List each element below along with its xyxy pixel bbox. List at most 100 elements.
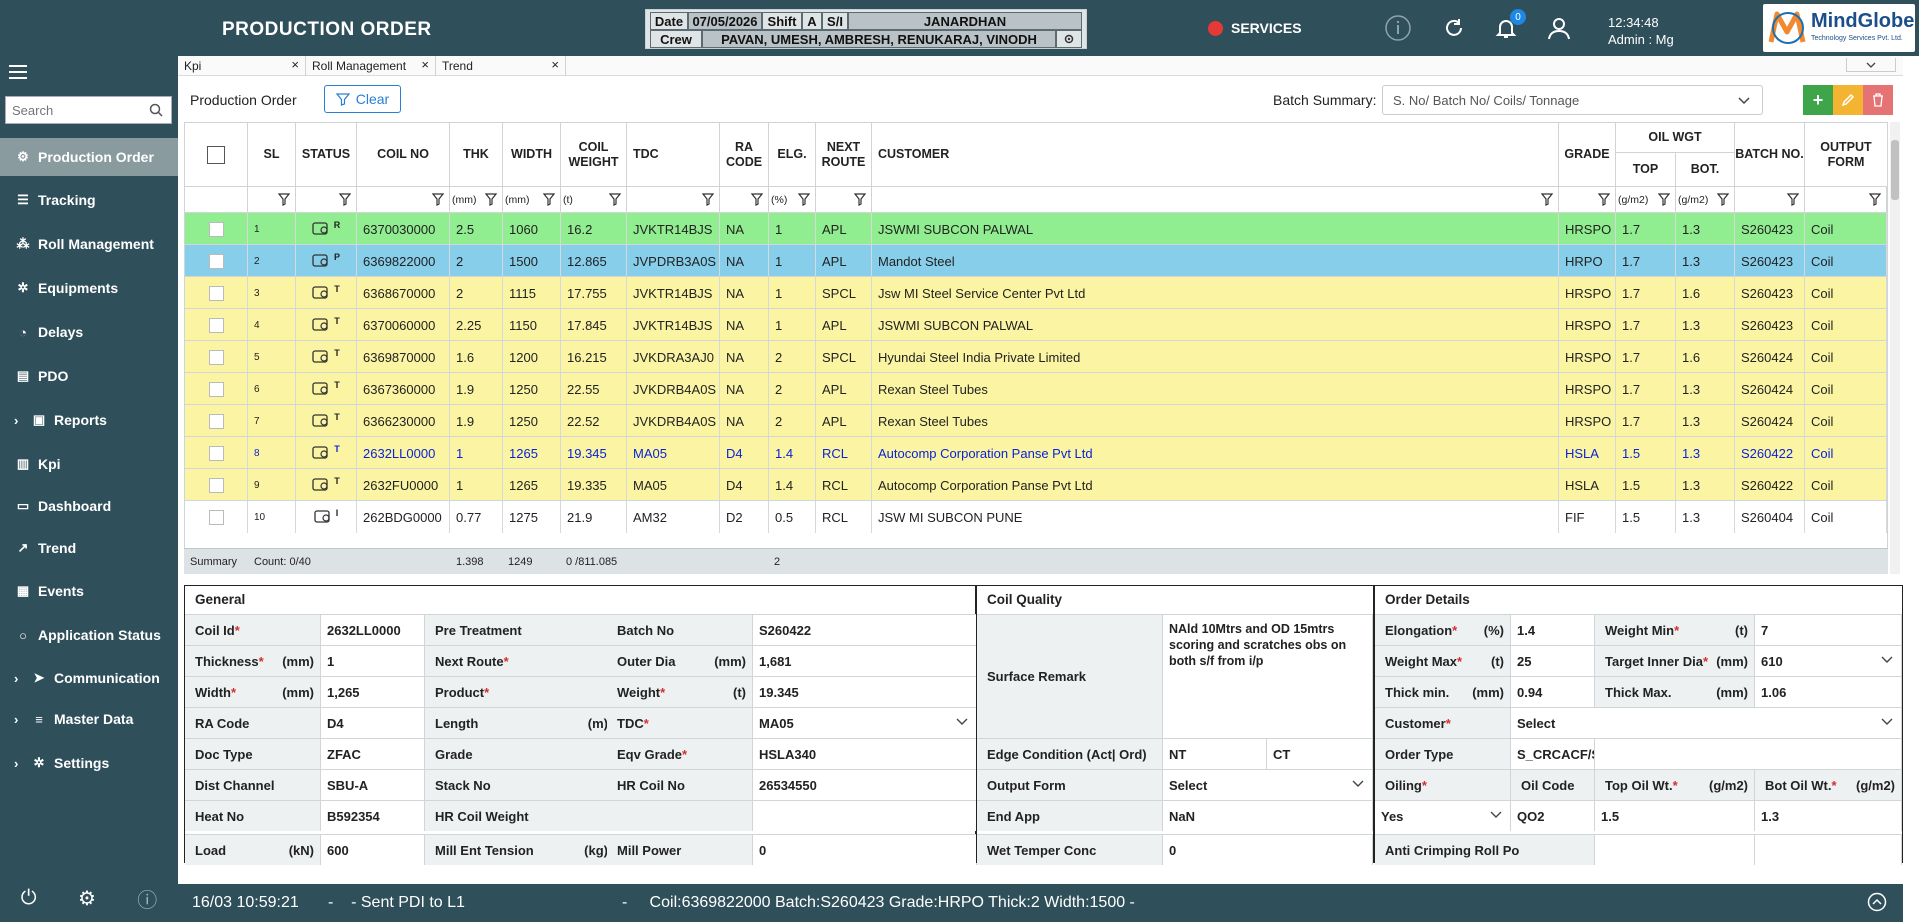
filter-grade[interactable] <box>1559 186 1616 212</box>
anti-crimping-value-2[interactable] <box>1755 834 1902 865</box>
col-batch-no[interactable]: BATCH NO. <box>1735 123 1805 186</box>
tab-kpi[interactable]: Kpi × <box>178 56 306 76</box>
chevron-up-circle-icon[interactable] <box>1867 892 1887 917</box>
weight-max-value[interactable]: 25 <box>1511 645 1595 676</box>
col-thk[interactable]: THK <box>450 123 503 186</box>
empty-value[interactable] <box>753 800 977 831</box>
row-checkbox[interactable] <box>208 477 224 493</box>
sidebar-item-production-order[interactable]: ⚙ Production Order <box>0 138 178 176</box>
surface-remark-textarea[interactable]: NAld 10Mtrs and OD 15mtrs scoring and sc… <box>1163 614 1373 738</box>
filter-bot[interactable]: (g/m2) <box>1676 186 1735 212</box>
user-icon[interactable] <box>1543 12 1575 44</box>
dist-channel-value[interactable]: SBU-A <box>321 769 425 800</box>
col-next-route[interactable]: NEXT ROUTE <box>816 123 872 186</box>
search-box[interactable] <box>5 96 172 124</box>
delete-button[interactable] <box>1863 85 1893 115</box>
filter-output-form[interactable] <box>1805 186 1887 212</box>
filter-sl[interactable] <box>248 186 296 212</box>
sidebar-item-trend[interactable]: ↗ Trend <box>0 529 178 567</box>
row-checkbox[interactable] <box>208 253 224 269</box>
weight-value[interactable]: 19.345 <box>753 676 977 707</box>
table-row[interactable]: 7 T 6366230000 1.9 1250 22.52 JVKDRB4A0S NA 2 APL… <box>185 404 1887 437</box>
row-checkbox[interactable] <box>208 285 224 301</box>
search-input[interactable] <box>6 97 136 123</box>
filter-coil-weight[interactable]: (t) <box>561 186 627 212</box>
close-icon[interactable]: × <box>551 57 559 72</box>
col-bot[interactable]: BOT. <box>1676 153 1735 186</box>
anti-crimping-value[interactable] <box>1595 834 1755 865</box>
thickness-value[interactable]: 1 <box>321 645 425 676</box>
col-width[interactable]: WIDTH <box>503 123 561 186</box>
filter-elg[interactable]: (%) <box>769 186 816 212</box>
width-value[interactable]: 1,265 <box>321 676 425 707</box>
output-form-select[interactable]: Select <box>1163 769 1373 800</box>
thick-min-value[interactable]: 0.94 <box>1511 676 1595 707</box>
sidebar-item-master-data[interactable]: › ≡ Master Data <box>0 700 178 738</box>
filter-batch-no[interactable] <box>1735 186 1805 212</box>
close-icon[interactable]: × <box>421 57 429 72</box>
filter-next-route[interactable] <box>816 186 872 212</box>
elongation-value[interactable]: 1.4 <box>1511 614 1595 645</box>
wet-temper-value[interactable]: 0 <box>1163 834 1373 865</box>
sidebar-item-communication[interactable]: › ➤ Communication <box>0 659 178 697</box>
thick-max-value[interactable]: 1.06 <box>1755 676 1902 707</box>
batch-summary-select[interactable]: S. No/ Batch No/ Coils/ Tonnage <box>1382 85 1763 115</box>
gear-icon[interactable]: ⚙ <box>78 886 96 911</box>
scrollbar-thumb[interactable] <box>1891 140 1899 200</box>
filter-thk[interactable]: (mm) <box>450 186 503 212</box>
weight-min-value[interactable]: 7 <box>1755 614 1902 645</box>
refresh-icon[interactable] <box>1438 12 1470 44</box>
sidebar-item-equipments[interactable]: ✲ Equipments <box>0 269 178 307</box>
power-icon[interactable]: ⏻ <box>21 887 37 910</box>
col-top[interactable]: TOP <box>1616 153 1676 186</box>
tab-trend[interactable]: Trend × <box>436 56 566 76</box>
col-output-form[interactable]: OUTPUT FORM <box>1805 123 1887 186</box>
ra-code-value[interactable]: D4 <box>321 707 425 738</box>
tdc-value[interactable]: MA05 <box>753 707 977 738</box>
row-checkbox[interactable] <box>208 349 224 365</box>
hr-coil-no-value[interactable]: 26534550 <box>753 769 977 800</box>
order-type-value[interactable]: S_CRCACF/S. <box>1511 738 1595 769</box>
col-tdc[interactable]: TDC <box>627 123 720 186</box>
table-row[interactable]: 2 P 6369822000 2 1500 12.865 JVPDRB3A0S NA 1 APL M… <box>185 244 1887 277</box>
oil-code-value[interactable]: QO2 <box>1511 800 1595 831</box>
edge-condition-actual[interactable]: NT <box>1163 738 1267 769</box>
end-app-value[interactable]: NaN <box>1163 800 1373 831</box>
row-checkbox[interactable] <box>208 381 224 397</box>
select-all-checkbox[interactable] <box>207 145 225 164</box>
filter-status[interactable] <box>296 186 357 212</box>
table-row[interactable]: 10 I 262BDG0000 0.77 1275 21.9 AM32 D2 0.5 RCL JSW… <box>185 500 1887 533</box>
col-sl[interactable]: SL <box>248 123 296 186</box>
row-checkbox[interactable] <box>208 221 224 237</box>
table-row[interactable]: 3 T 6368670000 2 1115 17.755 JVKTR14BJS NA 1 SPCL… <box>185 276 1887 309</box>
load-value[interactable]: 600 <box>321 834 425 865</box>
col-coil-weight[interactable]: COIL WEIGHT <box>561 123 627 186</box>
sidebar-item-dashboard[interactable]: ▭ Dashboard <box>0 487 178 525</box>
sidebar-item-roll-management[interactable]: ⁂ Roll Management <box>0 225 178 263</box>
info-icon[interactable]: ⓘ <box>137 884 157 913</box>
sidebar-item-tracking[interactable]: ☰ Tracking <box>0 181 178 219</box>
batch-no-value[interactable]: S260422 <box>753 614 977 645</box>
outer-dia-value[interactable]: 1,681 <box>753 645 977 676</box>
row-checkbox[interactable] <box>208 509 224 525</box>
sidebar-item-reports[interactable]: › ▣ Reports <box>0 401 178 439</box>
row-checkbox[interactable] <box>208 317 224 333</box>
mill-power-value[interactable]: 0 <box>753 834 977 865</box>
doc-type-value[interactable]: ZFAC <box>321 738 425 769</box>
coil-id-value[interactable]: 2632LL0000 <box>321 614 425 645</box>
col-status[interactable]: STATUS <box>296 123 357 186</box>
customer-select[interactable]: Select <box>1511 707 1902 738</box>
sidebar-item-application-status[interactable]: ○ Application Status <box>0 616 178 654</box>
row-checkbox[interactable] <box>208 445 224 461</box>
filter-customer[interactable] <box>872 186 1559 212</box>
crew-settings-icon[interactable] <box>1056 30 1082 48</box>
search-icon[interactable] <box>149 103 163 120</box>
top-oil-value[interactable]: 1.5 <box>1595 800 1755 831</box>
sidebar-item-settings[interactable]: › ✲ Settings <box>0 744 178 782</box>
add-button[interactable]: + <box>1803 85 1833 115</box>
table-row[interactable]: 9 T 2632FU0000 1 1265 19.335 MA05 D4 1.4 RCL Autoc… <box>185 468 1887 501</box>
table-scrollbar[interactable] <box>1890 122 1900 574</box>
row-checkbox[interactable] <box>208 413 224 429</box>
tab-roll-management[interactable]: Roll Management × <box>306 56 436 76</box>
table-row[interactable]: 4 T 6370060000 2.25 1150 17.845 JVKTR14BJS NA 1 A… <box>185 308 1887 341</box>
